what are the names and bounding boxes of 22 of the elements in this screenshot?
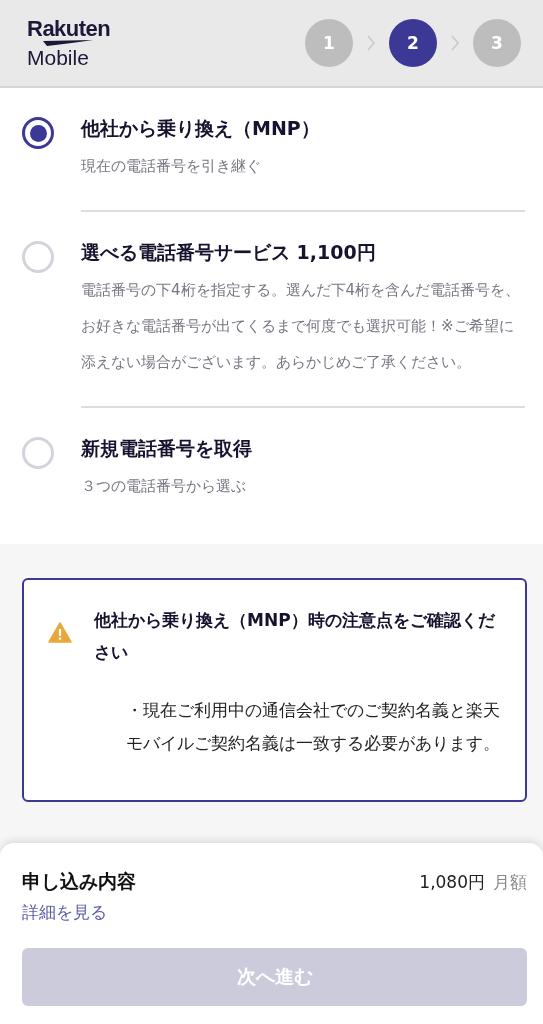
price-period: 月額 xyxy=(493,871,527,894)
price: 1,080円 xyxy=(419,871,485,894)
option-description: 電話番号の下4桁を指定する。選んだ下4桁を含んだ電話番号を、お好きな電話番号が出てくるまで何度でも選択可能！※ご希望に添えない場合がございます。あらかじめご了承ください。 xyxy=(81,280,522,373)
radio-button[interactable] xyxy=(22,117,54,149)
chevron-right-icon xyxy=(451,35,459,51)
step-indicator: 2 xyxy=(389,19,437,67)
logo-swoosh-icon xyxy=(43,40,93,46)
warning-icon xyxy=(48,622,72,643)
summary-title: 申し込み内容 xyxy=(22,869,136,894)
option-title: 選べる電話番号サービス 1,100円 xyxy=(81,240,377,265)
option-title: 新規電話番号を取得 xyxy=(81,436,253,461)
details-link[interactable]: 詳細を見る xyxy=(22,901,136,924)
chevron-right-icon xyxy=(367,35,375,51)
logo-product: Mobile xyxy=(27,47,90,68)
notice-title: 他社から乗り換え（MNP）時の注意点をご確認ください xyxy=(94,609,496,664)
step-indicator: 1 xyxy=(305,19,353,67)
notice-text: ・現在ご利用中の通信会社でのご契約名義と楽天モバイルご契約名義は一致する必要があります。 xyxy=(126,699,501,755)
option-description: 現在の電話番号を引き継ぐ xyxy=(81,156,262,177)
option-title: 他社から乗り換え（MNP） xyxy=(81,116,321,141)
option-description: ３つの電話番号から選ぶ xyxy=(81,476,247,497)
logo-brand: Rakuten xyxy=(27,18,111,40)
step-indicator: 3 xyxy=(473,19,521,67)
